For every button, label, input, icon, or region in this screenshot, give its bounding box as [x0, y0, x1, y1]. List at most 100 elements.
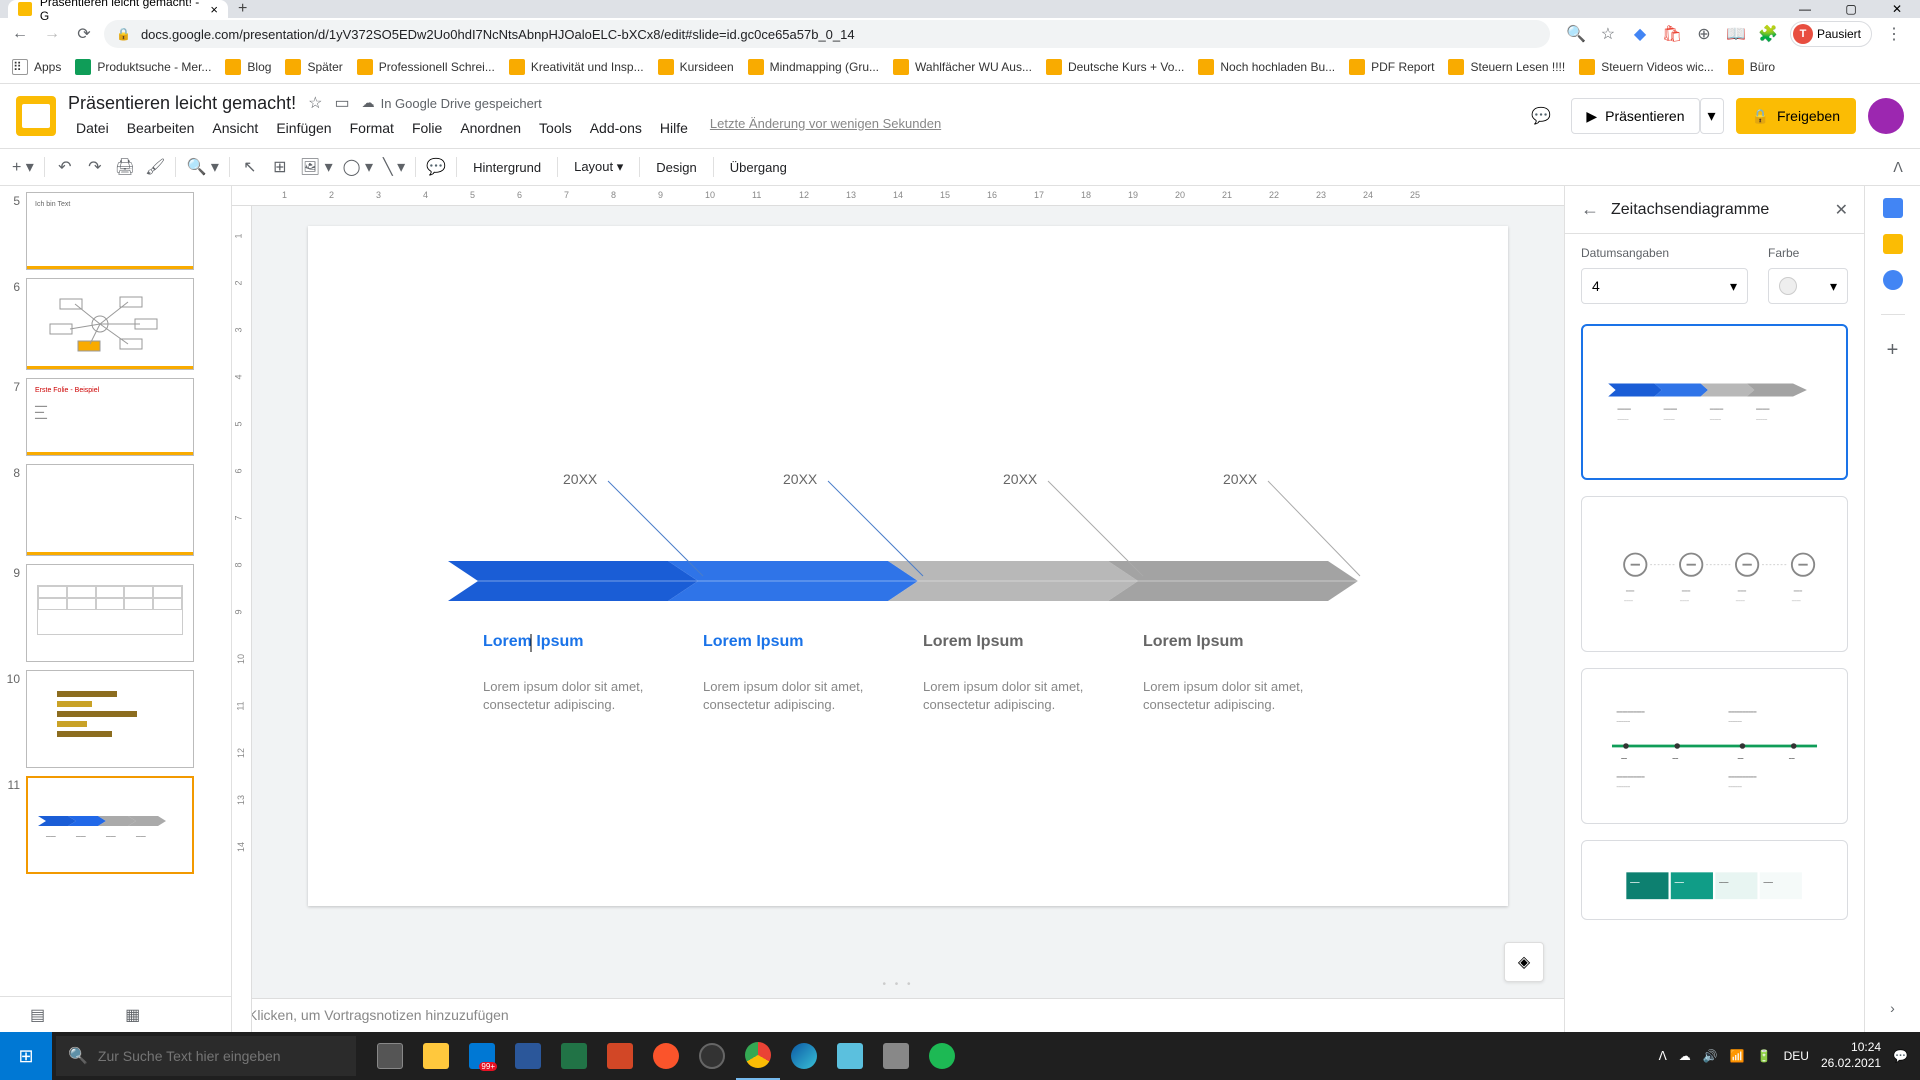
extension-icon-1[interactable]: ◆	[1630, 24, 1650, 44]
new-tab-button[interactable]: +	[238, 0, 247, 18]
zoom-button[interactable]: 🔍 ▾	[182, 153, 222, 181]
powerpoint-app[interactable]	[598, 1032, 642, 1080]
image-tool[interactable]: 🖼 ▾	[296, 153, 337, 181]
reload-button[interactable]: ⟳	[72, 22, 96, 46]
excel-app[interactable]	[552, 1032, 596, 1080]
explore-button[interactable]: ◈	[1504, 942, 1544, 982]
bookmark-item[interactable]: Noch hochladen Bu...	[1198, 59, 1335, 75]
timeline-option-4[interactable]: ━━━━ ━━━━ ━━━━ ━━━━	[1581, 840, 1848, 920]
menu-bearbeiten[interactable]: Bearbeiten	[119, 116, 203, 140]
comment-tool[interactable]: 💬	[422, 153, 450, 181]
bookmark-item[interactable]: Deutsche Kurs + Vo...	[1046, 59, 1184, 75]
browser-menu-icon[interactable]: ⋮	[1884, 24, 1904, 44]
filmstrip[interactable]: 5 Ich bin Text 6 🔗 7 🔗 Erste Folie - Bei…	[0, 186, 232, 1032]
grid-view-icon[interactable]: ▦	[125, 1005, 140, 1025]
close-tab-icon[interactable]: ×	[210, 2, 218, 17]
bookmark-item[interactable]: PDF Report	[1349, 59, 1434, 75]
maximize-button[interactable]: ▢	[1828, 0, 1874, 18]
battery-icon[interactable]: 🔋	[1757, 1049, 1772, 1063]
canvas-scroll[interactable]: 20XX 20XX 20XX 20XX Lorem Ipsum Lorem Ip…	[232, 206, 1564, 1001]
profile-badge[interactable]: T Pausiert	[1790, 21, 1872, 47]
bookmark-item[interactable]: Blog	[225, 59, 271, 75]
brave-app[interactable]	[644, 1032, 688, 1080]
slide-thumb-7[interactable]: Erste Folie - Beispiel━━━━━━━━━━━	[26, 378, 194, 456]
menu-format[interactable]: Format	[342, 116, 402, 140]
color-select[interactable]: ▾	[1768, 268, 1848, 304]
extensions-menu-icon[interactable]: 🧩	[1758, 24, 1778, 44]
menu-folie[interactable]: Folie	[404, 116, 450, 140]
undo-button[interactable]: ↶	[51, 153, 79, 181]
slide-thumb-5[interactable]: Ich bin Text	[26, 192, 194, 270]
volume-icon[interactable]: 🔊	[1703, 1049, 1718, 1063]
extension-icon-4[interactable]: 📖	[1726, 24, 1746, 44]
filmstrip-view-icon[interactable]: ▤	[30, 1005, 45, 1025]
slide-thumb-8[interactable]	[26, 464, 194, 556]
background-button[interactable]: Hintergrund	[463, 160, 551, 175]
notes-resize-handle[interactable]: • • •	[232, 979, 1564, 990]
add-app-button[interactable]: +	[1887, 339, 1899, 362]
task-view-button[interactable]	[368, 1032, 412, 1080]
calendar-app-icon[interactable]	[1883, 198, 1903, 218]
close-window-button[interactable]: ✕	[1874, 0, 1920, 18]
timeline-gallery[interactable]: ━━━━━━━━━━━━━━━━ ━━━━━━━━━━━━━━━━━━━━ ━━…	[1565, 316, 1864, 1032]
drive-save-status[interactable]: ☁ In Google Drive gespeichert	[362, 95, 542, 111]
extension-icon-2[interactable]: 🛍	[1662, 24, 1682, 44]
bookmark-item[interactable]: Kursideen	[658, 59, 734, 75]
onedrive-icon[interactable]: ☁	[1679, 1049, 1691, 1063]
menu-einfügen[interactable]: Einfügen	[268, 116, 339, 140]
wifi-icon[interactable]: 📶	[1730, 1049, 1745, 1063]
menu-hilfe[interactable]: Hilfe	[652, 116, 696, 140]
layout-button[interactable]: Layout ▾	[564, 159, 633, 175]
minimize-button[interactable]: —	[1782, 0, 1828, 18]
dates-select[interactable]: 4 ▾	[1581, 268, 1748, 304]
menu-ansicht[interactable]: Ansicht	[204, 116, 266, 140]
tasks-app-icon[interactable]	[1883, 270, 1903, 290]
user-avatar[interactable]	[1868, 98, 1904, 134]
move-document-icon[interactable]: ▭	[334, 93, 349, 113]
timeline-option-2[interactable]: ━━━━━━━━━━━━ ━━━━━━━━━━━━━━━━	[1581, 496, 1848, 652]
redo-button[interactable]: ↷	[81, 153, 109, 181]
bookmark-item[interactable]: Kreativität und Insp...	[509, 59, 644, 75]
url-input[interactable]: 🔒 docs.google.com/presentation/d/1yV372S…	[104, 20, 1550, 48]
present-dropdown[interactable]: ▾	[1700, 98, 1724, 134]
collapse-toolbar-icon[interactable]: ᐱ	[1884, 153, 1912, 181]
language-indicator[interactable]: DEU	[1784, 1049, 1809, 1063]
bookmark-item[interactable]: Büro	[1728, 59, 1775, 75]
slide-thumb-11[interactable]: ━━━━━━━━━━━━━━━━	[26, 776, 194, 874]
present-button[interactable]: ▶ Präsentieren	[1571, 98, 1699, 134]
notifications-icon[interactable]: 💬	[1893, 1049, 1908, 1063]
bookmark-item[interactable]: Wahlfächer WU Aus...	[893, 59, 1032, 75]
edge-app[interactable]	[782, 1032, 826, 1080]
extension-icon-3[interactable]: ⊕	[1694, 24, 1714, 44]
line-tool[interactable]: ╲ ▾	[379, 153, 409, 181]
generic-app[interactable]	[874, 1032, 918, 1080]
close-panel-icon[interactable]: ✕	[1835, 200, 1848, 220]
bookmark-item[interactable]: Steuern Lesen !!!!	[1448, 59, 1565, 75]
tray-chevron-icon[interactable]: ᐱ	[1659, 1049, 1667, 1063]
obs-app[interactable]	[690, 1032, 734, 1080]
print-button[interactable]: 🖨	[111, 153, 139, 181]
star-icon[interactable]: ☆	[1598, 24, 1618, 44]
slide-thumb-9[interactable]	[26, 564, 194, 662]
back-icon[interactable]: ←	[1581, 199, 1599, 220]
timeline-option-1[interactable]: ━━━━━━━━━━━━━━━━ ━━━━━━━━━━━━━━━━━━━━	[1581, 324, 1848, 480]
bookmark-item[interactable]: ⠿Apps	[12, 59, 61, 75]
file-explorer-app[interactable]	[414, 1032, 458, 1080]
spotify-app[interactable]	[920, 1032, 964, 1080]
bookmark-item[interactable]: Professionell Schrei...	[357, 59, 495, 75]
slide-canvas[interactable]: 20XX 20XX 20XX 20XX Lorem Ipsum Lorem Ip…	[308, 226, 1508, 906]
notepad-app[interactable]	[828, 1032, 872, 1080]
comments-button[interactable]: 💬	[1523, 98, 1559, 134]
design-button[interactable]: Design	[646, 160, 706, 175]
transition-button[interactable]: Übergang	[720, 160, 797, 175]
slides-logo-icon[interactable]	[16, 96, 56, 136]
taskbar-search[interactable]: 🔍	[56, 1036, 356, 1076]
new-slide-button[interactable]: + ▾	[8, 153, 38, 181]
bookmark-item[interactable]: Später	[285, 59, 342, 75]
taskbar-search-input[interactable]	[98, 1048, 344, 1064]
bookmark-item[interactable]: Steuern Videos wic...	[1579, 59, 1714, 75]
slide-thumb-6[interactable]	[26, 278, 194, 370]
timeline-option-3[interactable]: ━━━━━━━━━━ ━━━━━━━━━━ ━━━━━━ ━━━━━━ ━━━━…	[1581, 668, 1848, 824]
bookmark-item[interactable]: Produktsuche - Mer...	[75, 59, 211, 75]
start-button[interactable]: ⊞	[0, 1032, 52, 1080]
